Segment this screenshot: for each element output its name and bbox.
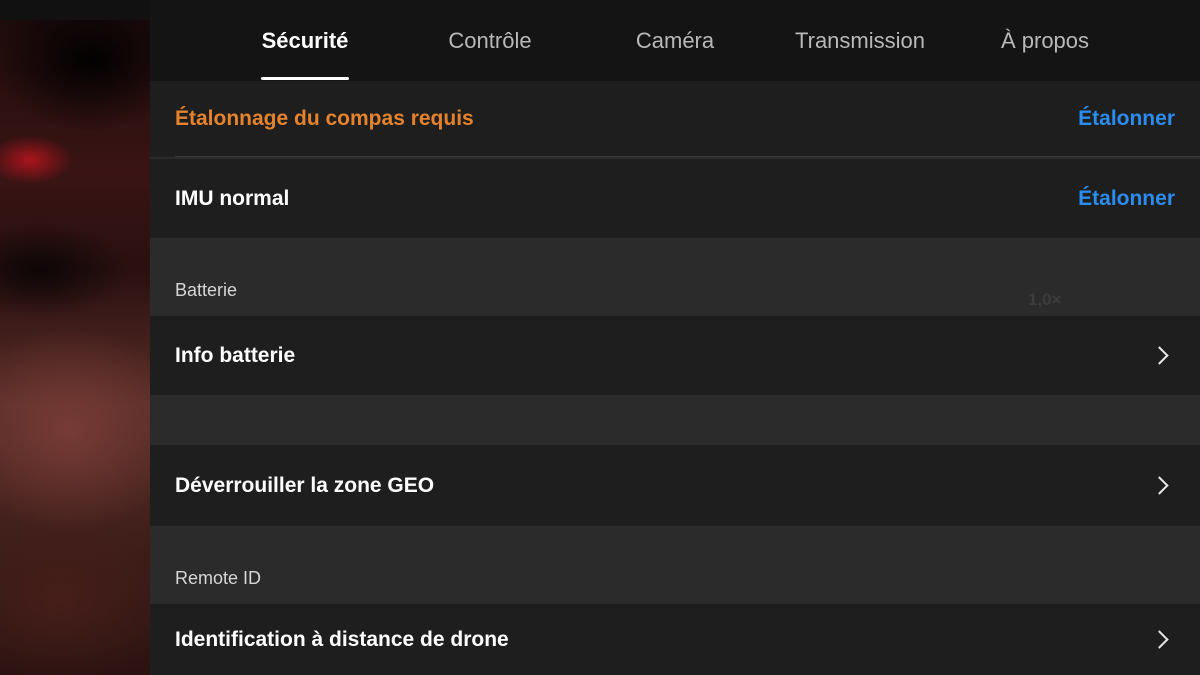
chevron-right-icon	[1150, 476, 1169, 495]
battery-section-title: Batterie	[175, 280, 238, 300]
battery-info-label: Info batterie	[175, 343, 296, 367]
remote-id-row[interactable]: Identification à distance de drone	[150, 604, 1200, 675]
active-tab-indicator	[261, 77, 349, 80]
tab-camera[interactable]: Caméra	[615, 0, 735, 81]
row-divider	[175, 156, 1200, 157]
compass-calibration-row: Étalonnage du compas requis Étalonner	[150, 81, 1200, 157]
chevron-right-icon	[1150, 346, 1169, 365]
hud-zoom-readout: 1,0×	[1028, 290, 1062, 309]
imu-status-label: IMU normal	[175, 186, 290, 210]
battery-info-row[interactable]: Info batterie	[150, 316, 1200, 395]
tab-controle-label: Contrôle	[448, 27, 532, 53]
tab-a-propos[interactable]: À propos	[980, 0, 1110, 81]
camera-preview	[0, 0, 150, 675]
compass-calibrate-button[interactable]: Étalonner	[1078, 107, 1175, 131]
geo-unlock-row[interactable]: Déverrouiller la zone GEO	[150, 445, 1200, 526]
tab-a-propos-label: À propos	[1000, 27, 1090, 53]
remote-id-label: Identification à distance de drone	[175, 627, 509, 651]
geo-unlock-label: Déverrouiller la zone GEO	[175, 473, 435, 497]
imu-calibrate-button[interactable]: Étalonner	[1078, 187, 1175, 211]
tab-camera-label: Caméra	[635, 27, 715, 53]
tab-securite[interactable]: Sécurité	[250, 0, 360, 81]
tab-securite-label: Sécurité	[261, 27, 349, 53]
tab-controle[interactable]: Contrôle	[430, 0, 550, 81]
chevron-right-icon	[1150, 630, 1169, 649]
remote-id-section-title: Remote ID	[175, 568, 262, 588]
camera-preview-top-strip	[0, 0, 150, 20]
tab-transmission[interactable]: Transmission	[775, 0, 945, 81]
compass-calibration-warning: Étalonnage du compas requis	[175, 107, 474, 130]
settings-tabbar: Sécurité Contrôle Caméra Transmission À …	[150, 0, 1200, 81]
imu-status-row: IMU normal Étalonner	[150, 159, 1200, 238]
tab-transmission-label: Transmission	[795, 27, 925, 53]
settings-panel: 1,0× AF Sécurité Contrôle Caméra Transmi…	[150, 0, 1200, 675]
